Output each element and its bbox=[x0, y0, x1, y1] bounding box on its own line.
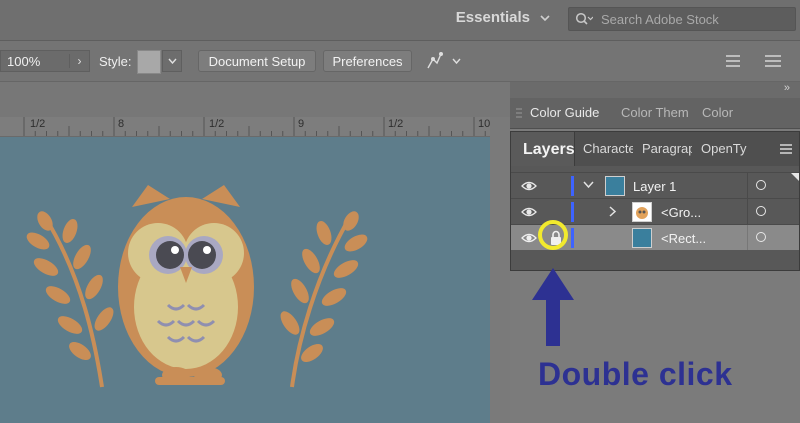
puppet-warp-icon bbox=[427, 52, 461, 69]
visibility-eye-icon[interactable] bbox=[521, 230, 537, 246]
style-label: Style: bbox=[99, 54, 132, 69]
target-circle-icon[interactable] bbox=[756, 232, 766, 242]
owl bbox=[118, 185, 254, 385]
layer-name[interactable]: Layer 1 bbox=[633, 179, 676, 194]
tab-opentype[interactable]: OpenTy bbox=[701, 141, 749, 156]
divider bbox=[747, 225, 748, 250]
style-swatch[interactable] bbox=[137, 50, 161, 74]
chevron-down-icon[interactable] bbox=[583, 181, 594, 189]
owl-illustration bbox=[26, 185, 368, 388]
canvas-margin bbox=[0, 82, 510, 117]
owl-thumbnail-icon bbox=[636, 207, 648, 219]
left-branch bbox=[26, 211, 114, 388]
layer-color-bar bbox=[571, 202, 574, 222]
layers-panel: Layers Characte Paragrap OpenTy Layer 1 … bbox=[510, 131, 800, 271]
right-branch bbox=[280, 211, 368, 388]
rectangle-thumbnail bbox=[632, 228, 652, 248]
collapse-panels-icon[interactable]: » bbox=[784, 82, 790, 94]
target-circle-icon[interactable] bbox=[756, 180, 766, 190]
grip-icon[interactable] bbox=[514, 108, 524, 118]
artboard[interactable] bbox=[0, 137, 490, 423]
app-bar: Essentials bbox=[0, 0, 800, 41]
search-input[interactable] bbox=[599, 10, 793, 28]
search-icon bbox=[575, 12, 593, 25]
panel-dock-header: » bbox=[510, 82, 800, 98]
divider bbox=[747, 173, 748, 198]
target-circle-icon[interactable] bbox=[756, 206, 766, 216]
preferences-button[interactable]: Preferences bbox=[323, 50, 412, 72]
highlight-circle bbox=[538, 220, 568, 250]
arrow-up-icon bbox=[532, 268, 574, 346]
chevron-down-icon bbox=[540, 14, 550, 21]
chevron-right-icon[interactable] bbox=[609, 206, 617, 217]
visibility-eye-icon[interactable] bbox=[521, 204, 537, 220]
zoom-input[interactable] bbox=[1, 52, 69, 70]
align-options-icon[interactable] bbox=[724, 53, 746, 72]
ruler-ticks bbox=[23, 117, 486, 136]
stock-search[interactable] bbox=[568, 7, 796, 31]
workspace-switcher[interactable]: Essentials bbox=[456, 9, 550, 26]
group-thumbnail bbox=[632, 202, 652, 222]
panel-menu-icon[interactable] bbox=[779, 143, 793, 155]
tab-layers[interactable]: Layers bbox=[511, 132, 575, 166]
horizontal-ruler: 1/2 8 1/2 9 1/2 10 bbox=[0, 117, 490, 137]
zoom-field[interactable]: › bbox=[0, 50, 90, 72]
panel-menu-icon[interactable] bbox=[763, 53, 783, 72]
workspace-label: Essentials bbox=[455, 9, 530, 26]
lock-toggle[interactable] bbox=[547, 177, 565, 195]
annotation-label: Double click bbox=[538, 356, 733, 392]
layer-thumbnail bbox=[605, 176, 625, 196]
tab-color-themes[interactable]: Color Them bbox=[621, 105, 689, 120]
tab-color[interactable]: Color bbox=[702, 105, 733, 120]
color-guide-panel: Color Guide Color Them Color bbox=[510, 98, 800, 129]
control-bar: › Style: Document Setup Preferences bbox=[0, 41, 800, 82]
lock-toggle[interactable] bbox=[547, 203, 565, 221]
layer-name[interactable]: <Gro... bbox=[661, 205, 701, 220]
document-setup-button[interactable]: Document Setup bbox=[198, 50, 316, 72]
tab-character[interactable]: Characte bbox=[583, 141, 633, 156]
layer-name[interactable]: <Rect... bbox=[661, 231, 706, 246]
puppet-warp-tool[interactable] bbox=[424, 50, 464, 77]
tab-color-guide[interactable]: Color Guide bbox=[530, 105, 599, 120]
tab-paragraph[interactable]: Paragrap bbox=[642, 141, 692, 156]
chevron-right-icon[interactable]: › bbox=[69, 54, 89, 68]
layer-color-bar bbox=[571, 176, 574, 196]
style-dropdown[interactable] bbox=[162, 50, 182, 72]
divider bbox=[747, 199, 748, 224]
selection-corner-icon bbox=[791, 173, 799, 181]
layer-color-bar bbox=[571, 228, 574, 248]
layers-panel-tabs: Layers Characte Paragrap OpenTy bbox=[511, 132, 799, 166]
canvas-pasteboard bbox=[490, 117, 510, 423]
chevron-down-icon bbox=[167, 58, 177, 64]
visibility-eye-icon[interactable] bbox=[521, 178, 537, 194]
layer-row[interactable]: Layer 1 bbox=[511, 172, 799, 198]
